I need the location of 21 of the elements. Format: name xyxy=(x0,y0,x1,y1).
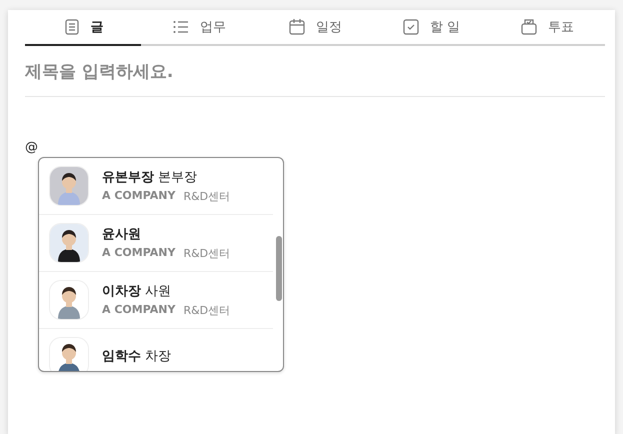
tab[interactable]: 할 일 xyxy=(373,10,489,46)
editor-text: @ xyxy=(25,140,38,155)
tab[interactable]: 투표 xyxy=(489,10,605,46)
tab[interactable]: 글 xyxy=(25,10,141,46)
mention-item[interactable]: 이차장 사원 A COMPANY R&D센터 xyxy=(39,272,273,329)
member-name: 임학수 차장 xyxy=(102,348,172,364)
tab[interactable]: 업무 xyxy=(141,10,257,46)
mention-item[interactable]: 임학수 차장 xyxy=(39,329,273,371)
company-name: A COMPANY xyxy=(102,303,176,318)
member-name: 이차장 사원 xyxy=(102,283,172,300)
mention-item[interactable]: 유본부장 본부장 A COMPANY R&D센터 xyxy=(39,158,273,215)
member-name: 유본부장 본부장 xyxy=(102,169,198,186)
title-field[interactable]: 제목을 입력하세요. xyxy=(25,46,605,97)
department-name: R&D센터 xyxy=(183,246,230,261)
tab[interactable]: 일정 xyxy=(257,10,373,46)
member-name: 윤사원 xyxy=(102,226,142,243)
department-name: R&D센터 xyxy=(183,303,230,318)
company-name: A COMPANY xyxy=(102,189,176,204)
mention-item[interactable]: 윤사원 A COMPANY R&D센터 xyxy=(39,215,273,272)
department-name: R&D센터 xyxy=(183,189,230,204)
company-name: A COMPANY xyxy=(102,246,176,261)
